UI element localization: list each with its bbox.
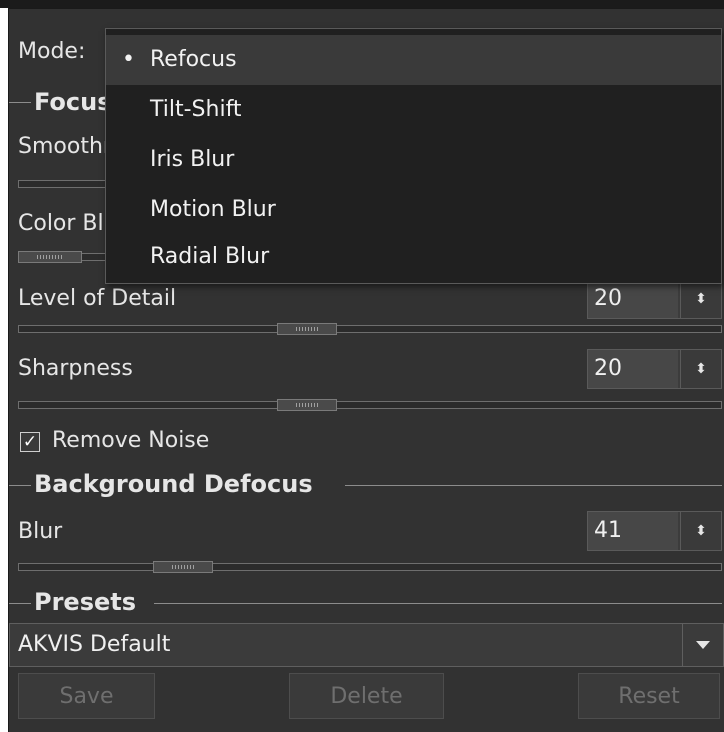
background-defocus-title: Background Defocus (34, 470, 313, 498)
mode-option-motion-blur[interactable]: Motion Blur (106, 185, 721, 235)
background-defocus-line-left (9, 485, 31, 486)
mode-option-radial-blur[interactable]: Radial Blur (106, 232, 721, 282)
sharpness-slider-thumb[interactable] (277, 399, 337, 411)
focus-section-title: Focus (34, 88, 112, 116)
level-of-detail-spinbox[interactable]: 20 ⬍ (587, 279, 722, 319)
level-of-detail-slider-thumb[interactable] (277, 323, 337, 335)
background-defocus-line-right (345, 485, 722, 486)
mode-label: Mode: (18, 39, 86, 64)
level-of-detail-value[interactable]: 20 (588, 280, 678, 318)
sharpness-label: Sharpness (18, 356, 133, 381)
save-button[interactable]: Save (18, 673, 155, 719)
top-edge (0, 0, 724, 8)
presets-line-right (154, 603, 722, 604)
level-of-detail-slider[interactable] (18, 325, 722, 333)
spin-arrows-icon[interactable]: ⬍ (680, 280, 721, 318)
blur-slider[interactable] (18, 563, 722, 571)
delete-button[interactable]: Delete (289, 673, 444, 719)
mode-dropdown-menu: • Refocus Tilt-Shift Iris Blur Motion Bl… (105, 28, 722, 284)
sharpness-slider[interactable] (18, 401, 722, 409)
presets-line-left (9, 603, 31, 604)
focus-section-line (9, 102, 31, 103)
presets-title: Presets (34, 588, 137, 616)
blur-slider-thumb[interactable] (153, 561, 213, 573)
chevron-down-icon[interactable] (682, 624, 723, 666)
spin-arrows-icon[interactable]: ⬍ (680, 350, 721, 388)
presets-selected-value[interactable]: AKVIS Default (18, 624, 170, 666)
blur-value[interactable]: 41 (588, 512, 678, 550)
mode-option-label: Tilt-Shift (150, 97, 242, 122)
mode-option-tilt-shift[interactable]: Tilt-Shift (106, 85, 721, 135)
mode-option-label: Motion Blur (150, 197, 276, 222)
blur-spinbox[interactable]: 41 ⬍ (587, 511, 722, 551)
mode-option-iris-blur[interactable]: Iris Blur (106, 135, 721, 185)
color-blur-slider-thumb[interactable] (18, 251, 82, 263)
bullet-icon: • (122, 47, 135, 72)
mode-option-refocus[interactable]: • Refocus (106, 35, 721, 85)
level-of-detail-label: Level of Detail (18, 286, 177, 311)
presets-combobox[interactable]: AKVIS Default (9, 623, 724, 667)
mode-option-label: Refocus (150, 47, 237, 72)
spin-arrows-icon[interactable]: ⬍ (680, 512, 721, 550)
blur-label: Blur (18, 519, 63, 544)
mode-option-label: Radial Blur (150, 244, 270, 269)
remove-noise-checkbox[interactable]: ✓ (20, 432, 40, 452)
reset-button[interactable]: Reset (578, 673, 720, 719)
remove-noise-label: Remove Noise (52, 428, 210, 453)
mode-option-label: Iris Blur (150, 147, 235, 172)
sharpness-spinbox[interactable]: 20 ⬍ (587, 349, 722, 389)
sharpness-value[interactable]: 20 (588, 350, 678, 388)
